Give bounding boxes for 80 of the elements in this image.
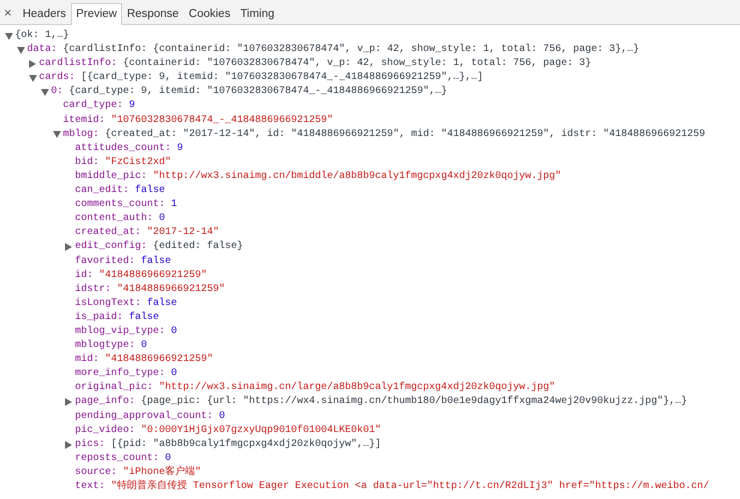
json-key: reposts_count: (75, 452, 160, 466)
json-value: [{card_type: 9, itemid: "1076032830678474_-_4184886966921259",…},…] (81, 71, 484, 86)
json-key: pending_approval_count: (75, 410, 214, 424)
json-key: source: (75, 466, 118, 480)
json-key: created_at: (75, 226, 142, 240)
json-key: mid: (75, 353, 100, 368)
json-key: can_edit: (75, 184, 130, 198)
json-value: {ok: 1,…} (15, 29, 70, 43)
json-key: mblogtype: (75, 339, 136, 354)
json-value: 0 (141, 339, 148, 354)
json-key: mblog: (63, 128, 100, 142)
disclosure-triangle-icon[interactable] (53, 131, 61, 138)
json-key: 0: (51, 85, 64, 100)
disclosure-triangle-icon[interactable] (65, 243, 72, 252)
json-value: "特朗普亲自传授 Tensorflow Eager Execution <a data-url="http://t.cn/R2dLIj3" href="https://m.weibo.cn/ (111, 480, 710, 494)
json-key: more_info_type: (75, 367, 166, 382)
json-key: bmiddle_pic: (75, 170, 148, 184)
json-value: 0 (171, 367, 178, 382)
json-key: text: (75, 480, 106, 494)
json-value: "0:000Y1HjGjx07gzxyUqp9010f01004LKE0k01" (141, 424, 382, 438)
json-value: "2017-12-14" (147, 226, 220, 240)
json-value: {edited: false} (153, 240, 244, 254)
json-value: 0 (165, 452, 172, 466)
disclosure-triangle-icon[interactable] (41, 88, 49, 96)
json-key: id: (75, 268, 94, 283)
json-value: {containerid: "1076032830678474", v_p: 42, show_style: 1, total: 756, page: 3} (123, 57, 592, 72)
json-value: "iPhone客户端" (123, 466, 202, 480)
json-value: 9 (177, 142, 184, 156)
disclosure-triangle-icon[interactable] (29, 60, 36, 68)
tab[interactable]: Timing (235, 3, 280, 24)
json-value: "http://wx3.sinaimg.cn/large/a8b8b9caly1fmgcpxg4xdj20zk0qojyw.jpg" (159, 381, 556, 396)
close-button[interactable]: × (0, 3, 18, 24)
json-value: {card_type: 9, itemid: "1076032830678474_-_4184886966921259",…} (69, 85, 448, 100)
json-value: false (147, 296, 178, 311)
json-value: 0 (171, 324, 178, 339)
json-value: 0 (219, 410, 226, 424)
disclosure-triangle-icon[interactable] (65, 440, 72, 449)
json-value: {cardlistInfo: {containerid: "1076032830678474", v_p: 42, show_style: 1, total: 756, page: 3},…} (63, 43, 640, 58)
tab[interactable]: Response (122, 3, 184, 24)
json-key: isLongText: (75, 296, 142, 311)
json-key: idstr: (75, 282, 112, 297)
json-value: {page_pic: {url: "https://wx4.sinaimg.cn/thumb180/b0e1e9dagy1ffxgma24wej20v90kujzz.jpg"},…} (141, 395, 688, 410)
json-key: pic_video: (75, 424, 136, 438)
json-key: cardlistInfo: (39, 57, 118, 72)
json-value: "http://wx3.sinaimg.cn/bmiddle/a8b8b9caly1fmgcpxg4xdj20zk0qojyw.jpg" (153, 170, 562, 184)
json-key: pics: (75, 438, 106, 452)
disclosure-triangle-icon[interactable] (17, 46, 25, 54)
json-value: false (141, 254, 172, 268)
tab[interactable]: Preview (71, 3, 122, 25)
json-key: mblog_vip_type: (75, 324, 166, 340)
json-key: original_pic: (75, 381, 154, 396)
json-key: card_type: (63, 99, 124, 114)
disclosure-triangle-icon[interactable] (29, 74, 37, 82)
json-key: cards: (39, 71, 76, 86)
json-key: edit_config: (75, 240, 148, 254)
json-value: 1 (171, 198, 178, 212)
json-value: false (129, 310, 160, 325)
json-value: "1076032830678474_-_4184886966921259" (111, 114, 334, 128)
json-key: page_info: (75, 395, 136, 410)
tab[interactable]: Headers (18, 3, 72, 24)
json-key: is_paid: (75, 310, 124, 325)
json-value: 0 (159, 212, 166, 226)
json-value: "FzCist2xd" (105, 156, 172, 170)
json-key: bid: (75, 156, 100, 170)
json-value: false (135, 184, 166, 198)
json-key: comments_count: (75, 198, 166, 212)
json-key: data: (27, 43, 58, 58)
json-value: {created_at: "2017-12-14", id: "4184886966921259", mid: "4184886966921259", idstr: "4184886966921259 (105, 128, 706, 142)
json-key: attitudes_count: (75, 142, 172, 156)
disclosure-triangle-icon[interactable] (65, 398, 72, 406)
tab[interactable]: Cookies (184, 3, 236, 24)
json-value: [{pid: "a8b8b9caly1fmgcpxg4xdj20zk0qojyw",…}] (111, 438, 382, 452)
json-value: 9 (129, 99, 136, 114)
json-key: itemid: (63, 114, 106, 128)
json-key: favorited: (75, 254, 136, 269)
json-key: content_auth: (75, 212, 154, 226)
json-value: "4184886966921259" (105, 353, 214, 368)
json-value: "4184886966921259" (117, 282, 226, 297)
json-value: "4184886966921259" (99, 268, 208, 283)
disclosure-triangle-icon[interactable] (5, 32, 13, 40)
